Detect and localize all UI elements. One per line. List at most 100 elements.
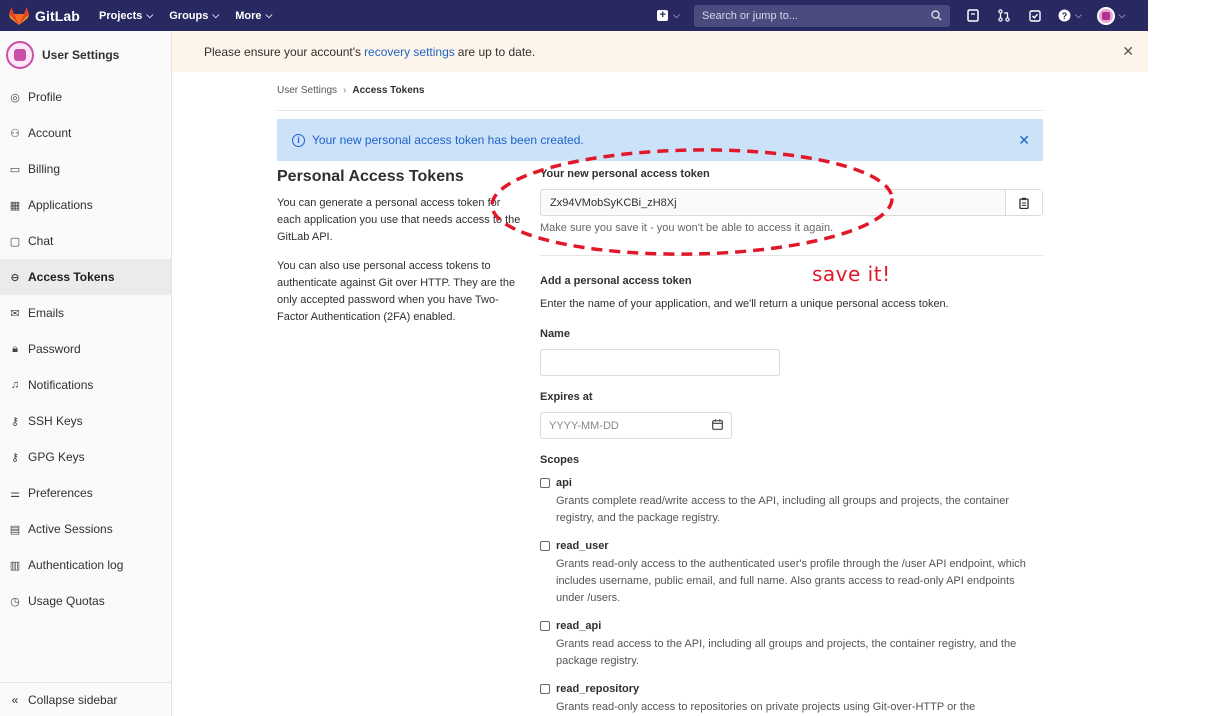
sidebar-item-label: Password [28, 342, 81, 356]
scope-read-api: read_api Grants read access to the API, … [540, 620, 1043, 670]
scope-api-checkbox[interactable] [540, 478, 550, 488]
close-icon[interactable]: ✕ [1018, 132, 1030, 149]
sidebar-item-label: Chat [28, 234, 54, 248]
bell-icon: ♫ [10, 379, 20, 391]
success-alert: i Your new personal access token has bee… [277, 119, 1043, 161]
gitlab-home-link[interactable]: GitLab [9, 6, 99, 25]
new-token-field: Zx94VMobSyKCBi_zH8Xj [540, 189, 1043, 216]
scope-description: Grants complete read/write access to the… [556, 495, 1010, 524]
scope-description: Grants read-only access to repositories … [556, 701, 976, 713]
chat-icon: ▢ [9, 235, 21, 248]
sidebar-item-access-tokens[interactable]: ⊖ Access Tokens [0, 259, 171, 295]
collapse-sidebar-button[interactable]: « Collapse sidebar [0, 682, 171, 716]
sidebar-item-ssh-keys[interactable]: ⚷ SSH Keys [0, 403, 171, 439]
sidebar-item-usage-quotas[interactable]: ◷ Usage Quotas [0, 583, 171, 619]
scope-read-api-checkbox[interactable] [540, 621, 550, 631]
gitlab-logo-icon [9, 6, 29, 25]
broadcast-banner: Please ensure your account's recovery se… [172, 31, 1148, 72]
scope-api: api Grants complete read/write access to… [540, 477, 1043, 527]
scope-name: read_repository [556, 683, 640, 695]
issues-icon [967, 9, 979, 22]
nav-projects[interactable]: Projects ⌵ [99, 10, 153, 22]
calendar-icon-svg [712, 418, 723, 430]
broadcast-text-before: Please ensure your account's [204, 44, 362, 59]
nav-more[interactable]: More ⌵ [235, 10, 272, 22]
sidebar-item-authentication-log[interactable]: ▥ Authentication log [0, 547, 171, 583]
lock-icon: 🔒︎ [12, 342, 18, 355]
sidebar-header[interactable]: User Settings [0, 31, 171, 79]
breadcrumb-current: Access Tokens [352, 85, 425, 96]
broadcast-text-after: are up to date. [457, 44, 536, 59]
sidebar-item-label: Preferences [28, 486, 93, 500]
user-menu-button[interactable]: ⌵ [1094, 5, 1128, 27]
scope-description: Grants read-only access to the authentic… [556, 558, 1026, 604]
sidebar-item-gpg-keys[interactable]: ⚷ GPG Keys [0, 439, 171, 475]
expires-placeholder: YYYY-MM-DD [549, 419, 619, 432]
account-icon: ⚇ [10, 127, 20, 140]
breadcrumb-parent[interactable]: User Settings [277, 85, 337, 96]
search-icon [931, 10, 942, 21]
new-dropdown-button[interactable]: + ⌵ [657, 10, 680, 21]
merge-requests-button[interactable] [993, 5, 1015, 27]
issues-button[interactable] [962, 5, 984, 27]
sidebar-item-active-sessions[interactable]: ▤ Active Sessions [0, 511, 171, 547]
settings-sidebar: User Settings ◎ Profile ⚇ Account ▭ Billing… [0, 31, 172, 716]
name-label: Name [540, 328, 570, 340]
name-input[interactable] [540, 349, 780, 376]
search-input[interactable]: Search or jump to... [694, 4, 950, 27]
preferences-icon: ⚌ [10, 487, 20, 500]
section-divider [540, 255, 1043, 256]
chevron-down-icon: ⌵ [265, 10, 273, 20]
expires-date-input[interactable]: YYYY-MM-DD [540, 412, 732, 439]
sidebar-item-profile[interactable]: ◎ Profile [0, 79, 171, 115]
sidebar-item-applications[interactable]: ▦ Applications [0, 187, 171, 223]
sidebar-item-emails[interactable]: ✉ Emails [0, 295, 171, 331]
double-chevron-left-icon: « [11, 692, 19, 707]
intro-paragraph-2: You can also use personal access tokens … [277, 260, 516, 323]
sidebar-item-label: Account [28, 126, 72, 140]
nav-groups[interactable]: Groups ⌵ [169, 10, 219, 22]
billing-icon: ▭ [9, 163, 21, 176]
calendar-icon[interactable] [712, 418, 723, 433]
close-icon[interactable]: ✕ [1122, 43, 1134, 60]
sidebar-item-preferences[interactable]: ⚌ Preferences [0, 475, 171, 511]
scope-read-repository-checkbox[interactable] [540, 684, 550, 694]
page-title: Personal Access Tokens [277, 168, 464, 185]
chevron-down-icon: ⌵ [1075, 10, 1082, 20]
info-icon: i [292, 133, 305, 147]
chevron-down-icon: ⌵ [673, 10, 680, 20]
sidebar-item-label: Authentication log [28, 558, 124, 572]
chevron-down-icon: ⌵ [146, 10, 154, 20]
svg-text:?: ? [1062, 11, 1068, 21]
brand-name: GitLab [35, 7, 80, 24]
new-token-help: Make sure you save it - you won't be abl… [540, 222, 834, 234]
profile-icon: ◎ [10, 91, 20, 104]
scope-read-user-checkbox[interactable] [540, 541, 550, 551]
nav-projects-label: Projects [99, 9, 143, 22]
top-navbar: GitLab Projects ⌵ Groups ⌵ More ⌵ + ⌵ Searc… [0, 0, 1148, 31]
intro-paragraph-1: You can generate a personal access token… [277, 197, 521, 243]
avatar [6, 41, 34, 69]
search-placeholder: Search or jump to... [702, 9, 798, 22]
sidebar-item-password[interactable]: 🔒︎ Password [0, 331, 171, 367]
sidebar-item-notifications[interactable]: ♫ Notifications [0, 367, 171, 403]
alert-message: Your new personal access token has been … [312, 133, 584, 147]
scopes-label: Scopes [540, 454, 580, 466]
sidebar-item-label: GPG Keys [28, 450, 85, 464]
key-icon: ⚷ [10, 451, 20, 464]
sidebar-item-label: Active Sessions [28, 522, 113, 536]
new-token-value[interactable]: Zx94VMobSyKCBi_zH8Xj [541, 197, 1005, 209]
sidebar-item-label: Usage Quotas [28, 594, 105, 608]
help-dropdown-button[interactable]: ? ⌵ [1055, 5, 1085, 27]
nav-groups-label: Groups [169, 9, 209, 22]
sidebar-item-label: Applications [28, 198, 93, 212]
new-token-label: Your new personal access token [540, 168, 710, 180]
sidebar-item-billing[interactable]: ▭ Billing [0, 151, 171, 187]
sidebar-item-account[interactable]: ⚇ Account [0, 115, 171, 151]
annotation-text: save it! [812, 262, 891, 286]
copy-token-button[interactable] [1005, 190, 1042, 215]
sidebar-item-chat[interactable]: ▢ Chat [0, 223, 171, 259]
todos-button[interactable] [1024, 5, 1046, 27]
recovery-settings-link[interactable]: recovery settings [364, 45, 455, 59]
sidebar-item-label: SSH Keys [28, 414, 83, 428]
